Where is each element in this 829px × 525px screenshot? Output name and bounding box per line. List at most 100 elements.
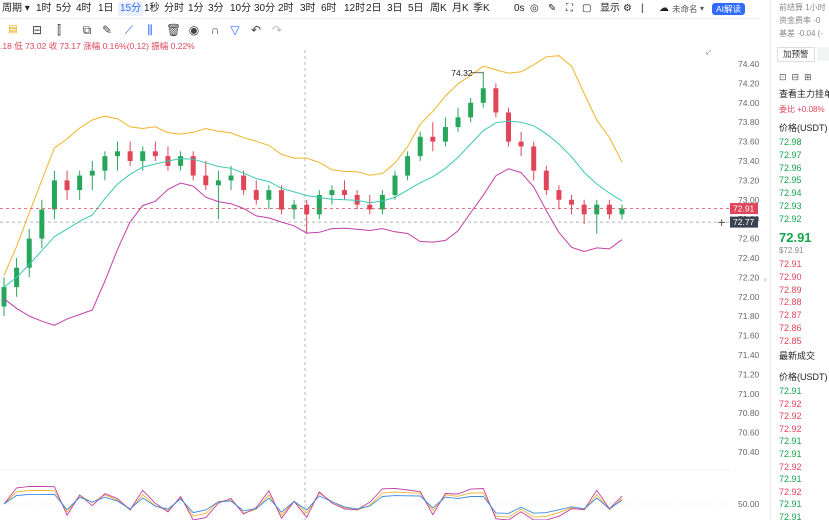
timeframe-10[interactable]: 30分	[254, 2, 275, 16]
price-header: 价格(USDT)	[779, 123, 828, 133]
trades-title[interactable]: 最新成交	[779, 351, 815, 362]
timeframe-7[interactable]: 1分	[188, 2, 204, 16]
bids-row[interactable]: 72.85	[779, 336, 802, 347]
asks-row[interactable]: 72.96	[779, 163, 802, 174]
asks-row[interactable]: 72.92	[779, 214, 802, 225]
camera-icon[interactable]: ◎	[530, 2, 539, 16]
cross-price-tag: 72.77	[733, 217, 755, 227]
bids-row[interactable]: 72.89	[779, 285, 802, 296]
candle-body	[329, 190, 335, 195]
candle-body	[152, 151, 158, 157]
timeframe-1[interactable]: 5分	[56, 2, 72, 16]
timeframe-5[interactable]: 1秒	[144, 2, 160, 16]
bars-icon[interactable]: ⫼	[143, 23, 157, 37]
layout-icon[interactable]: ▤	[6, 23, 20, 37]
candle-body	[39, 209, 45, 239]
bids-row[interactable]: 72.87	[779, 310, 802, 321]
divider: |	[641, 3, 644, 14]
asks-row[interactable]: 72.94	[779, 188, 802, 199]
pen-icon[interactable]: ✎	[548, 2, 556, 16]
candlestick-chart[interactable]: 74.4074.2074.0073.8073.6073.4073.2073.00…	[0, 46, 760, 521]
line-tool-icon[interactable]: ⟋	[122, 23, 136, 37]
candle-body	[455, 117, 461, 128]
bids-row[interactable]: 72.91	[779, 259, 802, 270]
chart-type-icon[interactable]: ⫿	[52, 23, 66, 37]
candle-body	[278, 190, 284, 210]
asks-row[interactable]: 72.93	[779, 201, 802, 212]
layout-name[interactable]: 未命名	[672, 2, 698, 16]
y-tick-label: 72.20	[738, 272, 760, 282]
period-selector[interactable]: 周期 ▾	[2, 2, 30, 16]
timeframe-14[interactable]: 12时	[344, 2, 365, 16]
candle-body	[379, 194, 385, 210]
collapse-panel-icon[interactable]: ‹	[764, 275, 767, 284]
trade-row: 72.91	[779, 512, 802, 520]
candle-body	[531, 146, 537, 171]
candle-body	[606, 204, 612, 215]
timeframe-17[interactable]: 5日	[408, 2, 424, 16]
expand-icon[interactable]: ⛶	[566, 2, 573, 16]
trade-row: 72.92	[779, 423, 802, 434]
indicator-tick-label: 50.00	[738, 499, 760, 509]
y-tick-label: 72.00	[738, 292, 760, 302]
redo-icon[interactable]: ↷	[270, 23, 284, 37]
candle-body	[505, 112, 511, 142]
trade-row: 72.92	[779, 398, 802, 409]
asks-row[interactable]: 72.97	[779, 150, 802, 161]
asks-row[interactable]: 72.95	[779, 175, 802, 186]
timeframe-2[interactable]: 4时	[76, 2, 92, 16]
timeframe-3[interactable]: 1日	[98, 2, 114, 16]
timeframe-16[interactable]: 3日	[387, 2, 403, 16]
timeframe-8[interactable]: 3分	[208, 2, 224, 16]
gear-icon[interactable]: ⚙	[623, 2, 632, 16]
timeframe-6[interactable]: 分时	[164, 2, 184, 16]
last-price-usd: $72.91	[779, 246, 804, 255]
undo-icon[interactable]: ↶	[249, 23, 263, 37]
candle-body	[89, 170, 95, 176]
timeframe-0[interactable]: 1时	[36, 2, 52, 16]
timeframe-18[interactable]: 周K	[430, 2, 447, 16]
timeframe-11[interactable]: 2时	[278, 2, 294, 16]
asks-row[interactable]: 72.98	[779, 137, 802, 148]
eye-icon[interactable]: ◉	[187, 23, 201, 37]
timeframe-13[interactable]: 6时	[321, 2, 337, 16]
display-button[interactable]: 显示	[600, 2, 620, 16]
filter-icon[interactable]: ▽	[228, 23, 242, 37]
y-tick-label: 74.20	[738, 78, 760, 88]
add-alert-button[interactable]: 加预警	[777, 47, 815, 62]
magnet-icon[interactable]: ∩	[208, 23, 222, 37]
timeframe-4[interactable]: 15分	[118, 2, 144, 16]
brush-icon[interactable]: ✎	[100, 23, 114, 37]
y-tick-label: 73.40	[738, 156, 760, 166]
candle-body	[543, 170, 549, 191]
candle-body	[115, 151, 121, 157]
cloud-icon[interactable]: ☁	[659, 2, 669, 16]
trade-row: 72.92	[779, 411, 802, 422]
basis-row: 基差 -0.04 (-	[779, 29, 824, 38]
timeframe-12[interactable]: 3时	[300, 2, 316, 16]
bids-row[interactable]: 72.86	[779, 323, 802, 334]
panel-tab[interactable]	[817, 47, 829, 61]
timeframe-20[interactable]: 季K	[473, 2, 490, 16]
timeframe-19[interactable]: 月K	[452, 2, 469, 16]
indicator-icon[interactable]: ⊟	[30, 23, 44, 37]
fullscreen-icon[interactable]: ▢	[582, 2, 591, 16]
timeframe-15[interactable]: 2日	[366, 2, 382, 16]
candle-body	[215, 180, 221, 186]
ai-analysis-button[interactable]: AI解读	[712, 3, 746, 15]
candle-body	[569, 199, 575, 205]
price-chart[interactable]: 74.40 74.20 74.00 73.80 73.60 73.40 73.20 73.00…	[0, 46, 760, 521]
main-order-title[interactable]: 查看主力挂单	[779, 89, 829, 100]
trade-row: 72.91	[779, 449, 802, 459]
trade-row: 72.91	[779, 386, 802, 396]
candle-body	[342, 190, 348, 195]
order-ratio: 委比 +0.08%	[779, 105, 825, 114]
trash-icon[interactable]: 🗑	[166, 23, 181, 37]
bids-row[interactable]: 72.88	[779, 297, 802, 308]
orderbook-view-icons[interactable]: ⊡ ⊟ ⊞	[779, 72, 812, 83]
bids-row[interactable]: 72.90	[779, 272, 802, 283]
y-tick-label: 71.80	[738, 311, 760, 321]
timeframe-9[interactable]: 10分	[230, 2, 251, 16]
copy-icon[interactable]: ⧉	[80, 23, 94, 37]
chevron-down-icon[interactable]: ▾	[700, 2, 704, 16]
